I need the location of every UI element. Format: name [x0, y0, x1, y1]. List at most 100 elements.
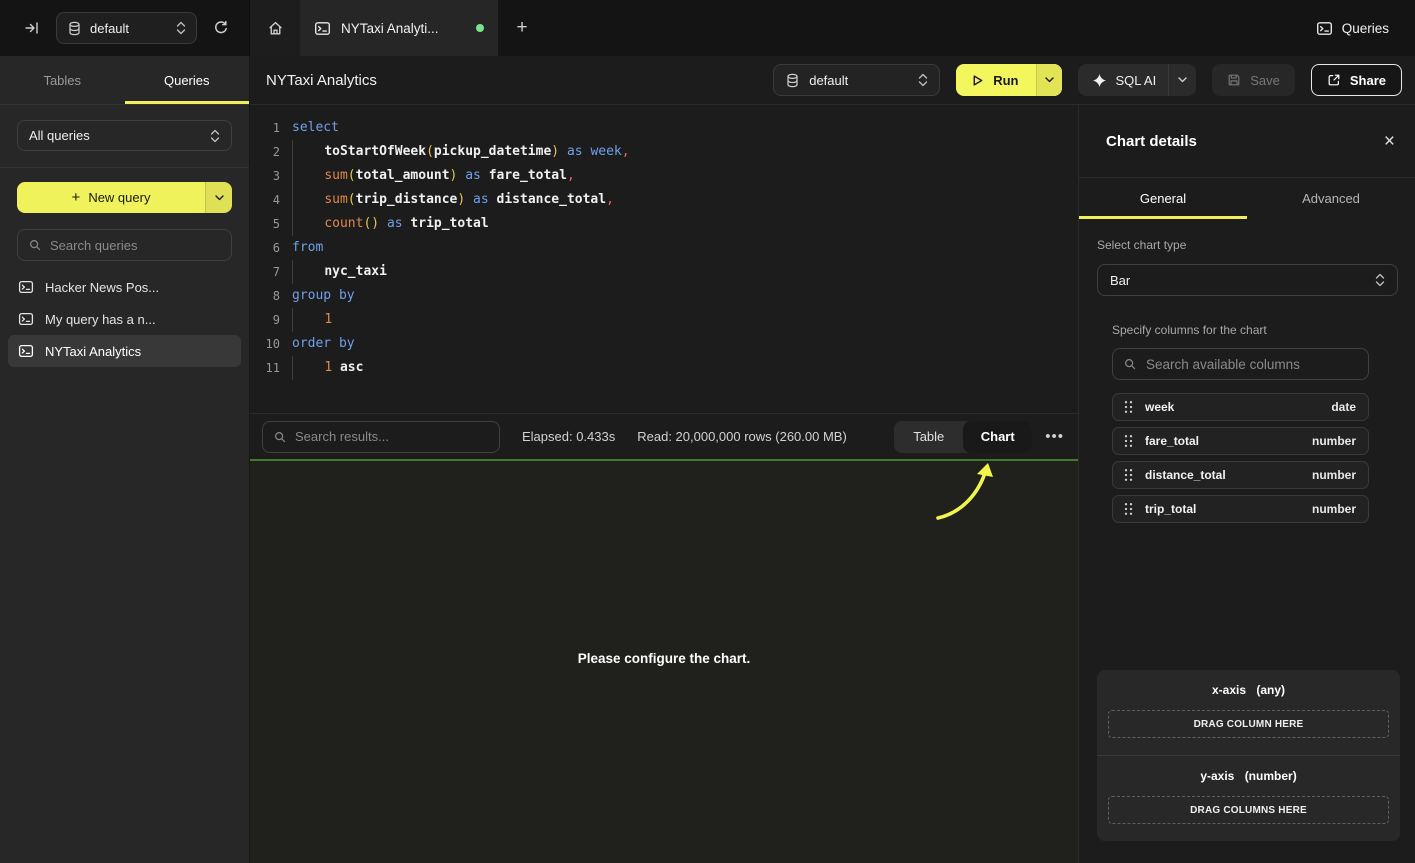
- chart-type-label: Select chart type: [1097, 238, 1398, 252]
- column-type: number: [1312, 468, 1356, 482]
- search-icon: [1123, 357, 1137, 371]
- top-bar: default NYTaxi Analyti... +: [0, 0, 1415, 56]
- tab-nytaxi-analytics[interactable]: NYTaxi Analyti...: [300, 0, 498, 56]
- panel-title: Chart details: [1106, 133, 1197, 150]
- code-line: group by: [292, 284, 1078, 308]
- column-row[interactable]: trip_totalnumber: [1112, 495, 1369, 523]
- query-item-label: NYTaxi Analytics: [45, 344, 141, 359]
- new-tab-button[interactable]: +: [498, 0, 546, 56]
- header-database-selector[interactable]: default: [773, 64, 940, 96]
- tab-label: NYTaxi Analyti...: [341, 21, 466, 36]
- tab-general[interactable]: General: [1079, 178, 1247, 219]
- more-options-icon[interactable]: •••: [1045, 428, 1064, 445]
- chart-details-panel: Chart details × General Advanced Select …: [1078, 105, 1415, 863]
- view-toggle-chart[interactable]: Chart: [963, 421, 1032, 453]
- panel-tabs: General Advanced: [1079, 178, 1415, 219]
- new-query-dropdown[interactable]: [205, 182, 232, 213]
- code-line: 1 asc: [292, 356, 1078, 380]
- tab-tables[interactable]: Tables: [0, 56, 125, 104]
- column-type: date: [1331, 400, 1356, 414]
- new-query-main[interactable]: + New query: [17, 182, 205, 213]
- code-line: sum(total_amount) as fare_total,: [292, 164, 1078, 188]
- database-selector[interactable]: default: [56, 12, 197, 44]
- column-row[interactable]: distance_total number: [1112, 461, 1369, 489]
- code-line: nyc_taxi: [292, 260, 1078, 284]
- query-item-label: My query has a n...: [45, 312, 156, 327]
- chevron-updown-icon: [176, 21, 186, 35]
- results-search-input[interactable]: Search results...: [262, 421, 500, 453]
- chevron-updown-icon: [1375, 273, 1385, 287]
- run-options-dropdown[interactable]: [1036, 64, 1062, 96]
- columns-search-input[interactable]: Search available columns: [1112, 348, 1369, 380]
- y-axis-header: y-axis (number): [1108, 769, 1389, 783]
- column-name: trip_total: [1145, 502, 1196, 516]
- query-terminal-icon: [1316, 20, 1333, 37]
- sql-ai-button-group: SQL AI: [1078, 64, 1197, 96]
- results-toolbar: Search results... Elapsed: 0.433s Read: …: [250, 413, 1078, 459]
- query-terminal-icon: [314, 20, 331, 37]
- save-button[interactable]: Save: [1212, 64, 1295, 96]
- queries-button[interactable]: Queries: [1316, 20, 1389, 37]
- rows-read-stat: Read: 20,000,000 rows (260.00 MB): [637, 429, 847, 444]
- view-toggle: Table Chart: [894, 421, 1032, 453]
- home-tab[interactable]: [250, 0, 300, 56]
- results-search-placeholder: Search results...: [295, 429, 389, 444]
- top-bar-left: default: [0, 0, 250, 56]
- share-button[interactable]: Share: [1311, 64, 1402, 96]
- sql-editor[interactable]: 1234567891011 select toStartOfWeek(picku…: [250, 105, 1078, 413]
- column-name: distance_total: [1145, 468, 1226, 482]
- content-header: NYTaxi Analytics default Run: [250, 56, 1415, 105]
- save-icon: [1227, 73, 1241, 87]
- search-icon: [273, 430, 287, 444]
- collapse-sidebar-icon[interactable]: [18, 14, 46, 42]
- y-axis-hint: (number): [1245, 769, 1297, 783]
- panel-header: Chart details ×: [1079, 105, 1415, 178]
- view-toggle-table[interactable]: Table: [894, 421, 963, 453]
- column-name: week: [1145, 400, 1174, 414]
- query-search-section: Search queries: [0, 216, 249, 271]
- columns-search-placeholder: Search available columns: [1146, 357, 1300, 372]
- column-row[interactable]: week date: [1112, 393, 1369, 421]
- new-query-section: + New query: [0, 168, 249, 216]
- close-icon[interactable]: ×: [1384, 132, 1395, 151]
- run-button-label: Run: [993, 73, 1018, 88]
- query-terminal-icon: [18, 279, 34, 295]
- query-list-item[interactable]: Hacker News Pos...: [8, 271, 241, 303]
- drag-handle-icon: [1124, 502, 1133, 516]
- code-line: order by: [292, 332, 1078, 356]
- columns-section-label: Specify columns for the chart: [1112, 323, 1369, 337]
- sql-ai-dropdown[interactable]: [1168, 64, 1196, 96]
- tab-advanced[interactable]: Advanced: [1247, 178, 1415, 219]
- annotation-arrow: [918, 461, 1008, 531]
- query-search-input[interactable]: Search queries: [17, 229, 232, 261]
- sidebar-tabs: Tables Queries: [0, 56, 249, 105]
- unsaved-changes-dot: [476, 24, 484, 32]
- run-button[interactable]: Run: [956, 64, 1035, 96]
- query-filter-select[interactable]: All queries: [17, 120, 232, 151]
- chart-type-section: Select chart type Bar: [1079, 219, 1415, 296]
- x-axis-drop-zone[interactable]: DRAG COLUMN HERE: [1108, 710, 1389, 738]
- query-list-item[interactable]: My query has a n...: [8, 303, 241, 335]
- query-list-item[interactable]: NYTaxi Analytics: [8, 335, 241, 367]
- new-query-button[interactable]: + New query: [17, 182, 232, 213]
- query-filter-value: All queries: [29, 128, 210, 143]
- code-line: 1: [292, 308, 1078, 332]
- tab-queries[interactable]: Queries: [125, 56, 250, 104]
- refresh-icon[interactable]: [207, 14, 235, 42]
- column-name: fare_total: [1145, 434, 1199, 448]
- y-axis-drop-zone[interactable]: DRAG COLUMNS HERE: [1108, 796, 1389, 824]
- drag-handle-icon: [1124, 434, 1133, 448]
- chevron-updown-icon: [918, 73, 928, 87]
- save-button-label: Save: [1250, 73, 1280, 88]
- elapsed-time: Elapsed: 0.433s: [522, 429, 615, 444]
- query-item-label: Hacker News Pos...: [45, 280, 159, 295]
- chart-type-select[interactable]: Bar: [1097, 264, 1398, 296]
- chart-empty-message: Please configure the chart.: [250, 651, 1078, 666]
- column-row[interactable]: fare_totalnumber: [1112, 427, 1369, 455]
- code-line: from: [292, 236, 1078, 260]
- y-axis-section: y-axis (number) DRAG COLUMNS HERE: [1097, 755, 1400, 841]
- queries-button-label: Queries: [1342, 21, 1389, 36]
- database-icon: [785, 73, 800, 88]
- sql-ai-button[interactable]: SQL AI: [1078, 73, 1169, 88]
- sparkle-icon: [1092, 73, 1107, 88]
